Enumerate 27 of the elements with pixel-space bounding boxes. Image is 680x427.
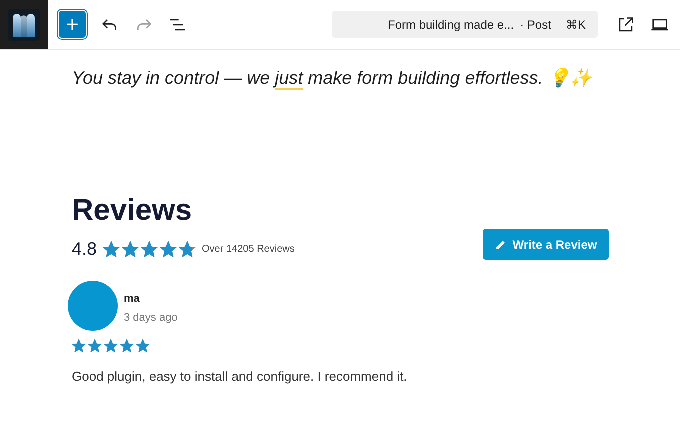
command-bar[interactable]: Form building made e... · Post ⌘K [332,11,598,38]
review-time: 3 days ago [124,310,178,326]
tagline: You stay in control — we just make form building effortless. 💡✨ [72,67,594,92]
average-rating: 4.8 [72,238,98,261]
reviewer-name: ma [124,292,141,307]
external-link-icon[interactable] [617,16,635,34]
review-count: Over 14205 Reviews [202,243,295,257]
review-text: Good plugin, easy to install and configure. I recommend it. [72,368,408,386]
star-icon [141,241,158,258]
star-icon [160,241,178,258]
reviews-heading: Reviews [72,196,194,226]
site-logo[interactable] [0,0,48,49]
star-icon [179,241,196,258]
star-icon [136,339,150,353]
star-icon [120,339,134,353]
star-icon [103,241,120,258]
post-type: · Post [520,16,552,34]
star-icon [72,339,86,353]
star-icon [104,339,118,353]
pencil-icon [494,238,507,250]
document-title: Form building made e... [388,16,514,34]
avatar [68,281,118,331]
star-icon [122,241,140,258]
add-block-button[interactable]: + [59,11,86,38]
star-icon [88,339,102,353]
shortcut-label: ⌘K [566,16,586,34]
write-review-button[interactable]: Write a Review [483,229,609,260]
